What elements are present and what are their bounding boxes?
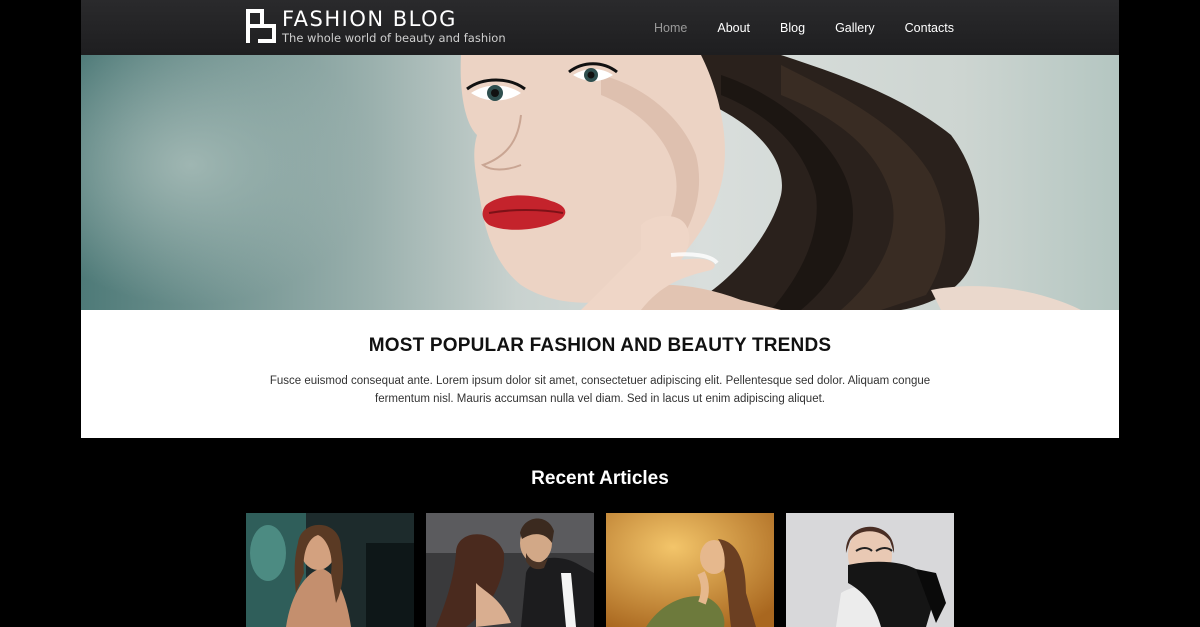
article-thumbnail[interactable] [606,513,774,627]
article-image-woman-with-black-scarf [786,513,954,627]
page: FASHION BLOG The whole world of beauty a… [81,0,1119,627]
recent-articles-heading: Recent Articles [531,468,669,489]
nav-contacts[interactable]: Contacts [890,2,954,54]
nav-blog[interactable]: Blog [765,2,820,54]
article-thumbnail[interactable] [786,513,954,627]
main-nav: Home About Blog Gallery Contacts [639,0,954,55]
article-thumbnail[interactable] [426,513,594,627]
intro-title: MOST POPULAR FASHION AND BEAUTY TRENDS [368,335,832,356]
recent-articles-list [246,513,954,627]
nav-home[interactable]: Home [639,2,702,54]
article-image-woman-in-autumn-field [606,513,774,627]
logo-mark-icon [246,9,276,43]
nav-gallery[interactable]: Gallery [820,2,890,54]
hero-banner-image [81,55,1119,310]
intro-section: MOST POPULAR FASHION AND BEAUTY TRENDS F… [81,310,1119,438]
logo-tagline: The whole world of beauty and fashion [282,31,506,45]
nav-about[interactable]: About [702,2,765,54]
logo-title: FASHION BLOG [282,7,457,31]
article-image-couple-embracing [426,513,594,627]
article-thumbnail[interactable] [246,513,414,627]
article-image-woman-by-teal-chair [246,513,414,627]
site-logo[interactable]: FASHION BLOG The whole world of beauty a… [246,8,506,46]
intro-text: Fusce euismod consequat ante. Lorem ipsu… [269,375,931,405]
site-header: FASHION BLOG The whole world of beauty a… [81,0,1119,55]
